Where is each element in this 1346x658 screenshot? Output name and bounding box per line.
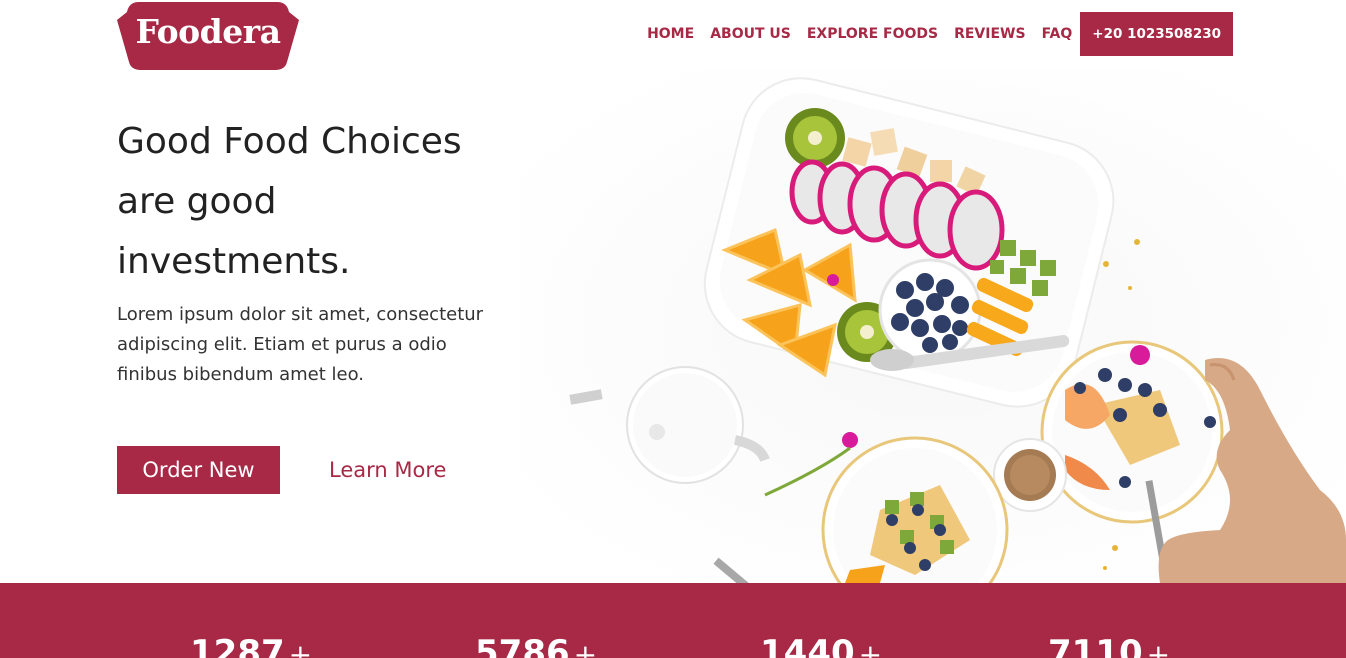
stat-item: 1287 +	[190, 633, 312, 658]
hero-title-line: are good	[117, 181, 277, 222]
hero-title-line: Good Food Choices	[117, 121, 462, 162]
order-new-button[interactable]: Order New	[117, 446, 280, 494]
brand-name: Foodera	[135, 12, 281, 51]
stat-suffix: +	[573, 638, 598, 658]
stat-suffix: +	[1146, 638, 1171, 658]
phone-button[interactable]: +20 1023508230	[1080, 12, 1233, 56]
stat-value: 1440	[760, 633, 855, 658]
main-nav: HOME ABOUT US EXPLORE FOODS REVIEWS FAQ …	[631, 12, 1233, 56]
stat-suffix: +	[858, 638, 883, 658]
brand-logo[interactable]: Foodera	[117, 0, 299, 72]
stat-item: 5786 +	[475, 633, 597, 658]
nav-reviews[interactable]: REVIEWS	[954, 26, 1025, 42]
hero-title: Good Food Choices are good investments.	[117, 112, 537, 292]
stat-item: 7110 +	[1048, 633, 1170, 658]
nav-faq[interactable]: FAQ	[1042, 26, 1073, 42]
hero-title-line: investments.	[117, 241, 351, 282]
hero-description: Lorem ipsum dolor sit amet, consectetur …	[117, 304, 484, 385]
stat-item: 1440 +	[760, 633, 882, 658]
stat-value: 1287	[190, 633, 285, 658]
stat-value: 5786	[475, 633, 570, 658]
stat-value: 7110	[1048, 633, 1143, 658]
food-table-photo-icon	[520, 70, 1346, 583]
nav-about-us[interactable]: ABOUT US	[710, 26, 791, 42]
learn-more-link[interactable]: Learn More	[329, 446, 446, 494]
hero-food-image	[520, 70, 1346, 583]
stats-band: 1287 + 5786 + 1440 + 7110 +	[0, 583, 1346, 658]
nav-home[interactable]: HOME	[647, 26, 694, 42]
stat-suffix: +	[288, 638, 313, 658]
nav-explore-foods[interactable]: EXPLORE FOODS	[807, 26, 938, 42]
